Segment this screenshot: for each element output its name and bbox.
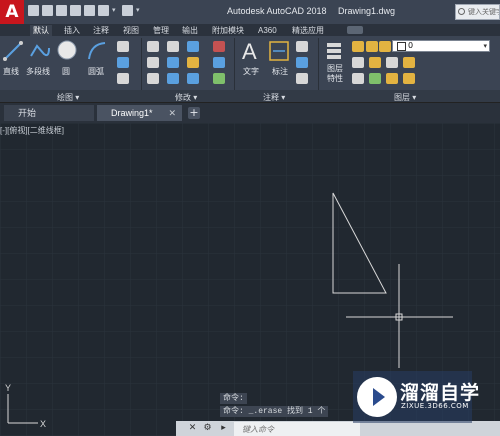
ucs-x-label: X <box>40 419 46 429</box>
layer-merge-icon[interactable] <box>403 73 415 84</box>
circle-label: 圆 <box>62 67 70 76</box>
layer-previous-icon[interactable] <box>386 57 398 68</box>
document-title: Drawing1.dwg <box>338 6 396 16</box>
modify-panel-label[interactable]: 修改 ▾ <box>175 92 197 103</box>
fillet-icon[interactable] <box>187 57 199 68</box>
open-file-icon[interactable] <box>42 5 53 16</box>
command-history-line: 命令: <box>220 393 247 404</box>
redo-dropdown-icon[interactable]: ▾ <box>136 5 143 16</box>
annotation-panel-label[interactable]: 注释 ▾ <box>263 92 285 103</box>
undo-dropdown-icon[interactable]: ▾ <box>112 5 119 16</box>
viewport-controls[interactable]: [-][俯视][二维线框] <box>0 125 64 136</box>
new-tab-button[interactable]: + <box>188 107 200 119</box>
arc-tool-icon[interactable] <box>86 40 108 62</box>
tab-addins[interactable]: 附加模块 <box>212 25 244 36</box>
rotate-icon[interactable] <box>167 41 179 52</box>
array-icon[interactable] <box>117 73 129 84</box>
quick-access-toolbar: ▾ ▾ <box>28 5 143 19</box>
trim-icon[interactable] <box>187 41 199 52</box>
tab-a360[interactable]: A360 <box>258 25 277 36</box>
tab-insert[interactable]: 插入 <box>64 25 80 36</box>
polyline-label: 多段线 <box>26 67 50 76</box>
layer-freeze-icon[interactable] <box>366 41 378 52</box>
app-title: Autodesk AutoCAD 2018 <box>227 6 327 16</box>
table-icon[interactable] <box>296 57 308 68</box>
explode-icon[interactable] <box>213 57 225 68</box>
file-tab-label: 开始 <box>18 108 37 118</box>
circle-tool-icon[interactable] <box>56 39 78 61</box>
command-history-line: 命令: _.erase 找到 1 个 <box>220 406 329 417</box>
mirror-icon[interactable] <box>167 57 179 68</box>
recent-commands-icon[interactable]: ▸ <box>218 423 229 434</box>
file-tab-start[interactable]: 开始 <box>4 105 94 121</box>
text-label: 文字 <box>243 67 259 76</box>
save-as-icon[interactable] <box>70 5 81 16</box>
draw-panel-label[interactable]: 绘图 ▾ <box>57 92 79 103</box>
current-layer-name: 0 <box>408 41 414 50</box>
customize-command-icon[interactable]: ⚙ <box>202 423 213 434</box>
tab-view[interactable]: 视图 <box>123 25 139 36</box>
watermark-url: ZIXUE.3D66.COM <box>401 402 469 410</box>
layer-color-swatch <box>397 42 406 51</box>
erase-icon[interactable] <box>213 41 225 52</box>
layer-isolate-icon[interactable] <box>352 57 364 68</box>
ribbon-toggle-icon[interactable] <box>347 26 363 34</box>
tab-default[interactable]: 默认 <box>30 25 52 36</box>
file-tab-label: Drawing1* <box>111 108 153 118</box>
tab-annotate[interactable]: 注释 <box>93 25 109 36</box>
line-tool-icon[interactable] <box>2 40 24 62</box>
line-label: 直线 <box>3 67 19 76</box>
layers-panel-label[interactable]: 图层 ▾ <box>394 92 416 103</box>
rectangle-icon[interactable] <box>117 41 129 52</box>
copy-icon[interactable] <box>147 57 159 68</box>
leader-icon[interactable] <box>296 41 308 52</box>
scale-icon[interactable] <box>167 73 179 84</box>
watermark-name: 溜溜自学 <box>400 382 481 404</box>
layer-properties-label: 图层 特性 <box>327 64 343 83</box>
title-bar: A ▾ ▾ Autodesk AutoCAD 2018 Drawing1.dwg… <box>0 0 500 24</box>
modify-array-icon[interactable] <box>187 73 199 84</box>
polyline-tool-icon[interactable] <box>29 40 51 62</box>
chevron-down-icon: ▾ <box>483 42 487 50</box>
watermark-play-icon <box>357 377 397 417</box>
layer-unisolate-icon[interactable] <box>352 73 364 84</box>
autocad-window: A ▾ ▾ Autodesk AutoCAD 2018 Drawing1.dwg… <box>0 0 500 436</box>
arc-label: 圆弧 <box>88 67 104 76</box>
dimension-tool-icon[interactable] <box>268 40 290 62</box>
file-tab-drawing1[interactable]: Drawing1* ✕ <box>97 105 182 121</box>
command-input[interactable] <box>234 422 360 436</box>
search-icon <box>458 8 465 15</box>
ribbon-tab-bar: 默认 插入 注释 视图 管理 输出 附加模块 A360 精选应用 <box>0 24 500 36</box>
search-input[interactable]: 键入关键字 <box>455 4 500 20</box>
tab-output[interactable]: 输出 <box>182 25 198 36</box>
layer-properties-icon[interactable] <box>324 40 346 62</box>
tab-featured-apps[interactable]: 精选应用 <box>292 25 324 36</box>
close-icon[interactable]: ✕ <box>168 105 176 121</box>
redo-icon[interactable] <box>122 5 133 16</box>
tab-manage[interactable]: 管理 <box>153 25 169 36</box>
text-tool-icon[interactable]: A <box>240 39 262 63</box>
print-icon[interactable] <box>84 5 95 16</box>
markup-icon[interactable] <box>296 73 308 84</box>
layer-on-icon[interactable] <box>352 41 364 52</box>
layer-dropdown[interactable]: 0 ▾ <box>392 40 490 52</box>
hatch-icon[interactable] <box>117 57 129 68</box>
layer-lock-all-icon[interactable] <box>386 73 398 84</box>
undo-icon[interactable] <box>98 5 109 16</box>
layer-freeze-all-icon[interactable] <box>369 73 381 84</box>
new-file-icon[interactable] <box>28 5 39 16</box>
layer-match-icon[interactable] <box>369 57 381 68</box>
save-icon[interactable] <box>56 5 67 16</box>
search-placeholder: 键入关键字 <box>468 8 500 16</box>
move-icon[interactable] <box>147 41 159 52</box>
dimension-label: 标注 <box>272 67 288 76</box>
ucs-y-label: Y <box>5 383 11 393</box>
svg-text:A: A <box>242 39 257 63</box>
offset-icon[interactable] <box>213 73 225 84</box>
layer-walk-icon[interactable] <box>403 57 415 68</box>
layer-lock-icon[interactable] <box>379 41 391 52</box>
app-menu-button[interactable]: A <box>0 0 24 24</box>
close-command-icon[interactable]: ✕ <box>187 423 198 434</box>
stretch-icon[interactable] <box>147 73 159 84</box>
